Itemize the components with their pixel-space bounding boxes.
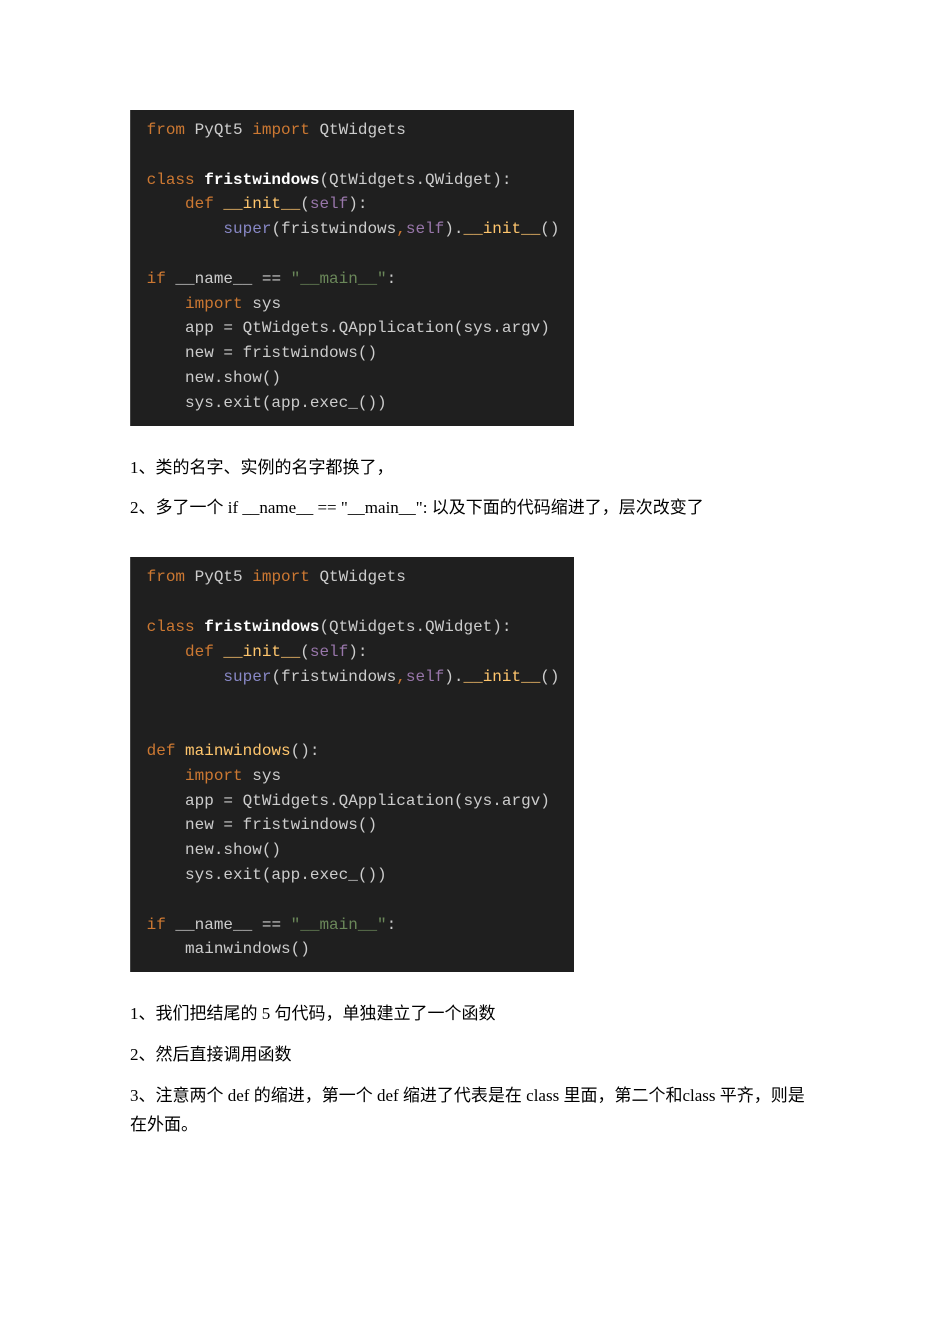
paragraph-4: 2、然后直接调用函数 <box>130 1041 820 1070</box>
paragraph-2: 2、多了一个 if __name__ == "__main__": 以及下面的代… <box>130 494 820 523</box>
code-block-2: from PyQt5 import QtWidgets class fristw… <box>130 557 574 972</box>
code-block-1: from PyQt5 import QtWidgets class fristw… <box>130 110 574 426</box>
paragraph-3: 1、我们把结尾的 5 句代码，单独建立了一个函数 <box>130 1000 820 1029</box>
paragraph-1: 1、类的名字、实例的名字都换了， <box>130 454 820 483</box>
paragraph-5: 3、注意两个 def 的缩进，第一个 def 缩进了代表是在 class 里面，… <box>130 1082 820 1140</box>
